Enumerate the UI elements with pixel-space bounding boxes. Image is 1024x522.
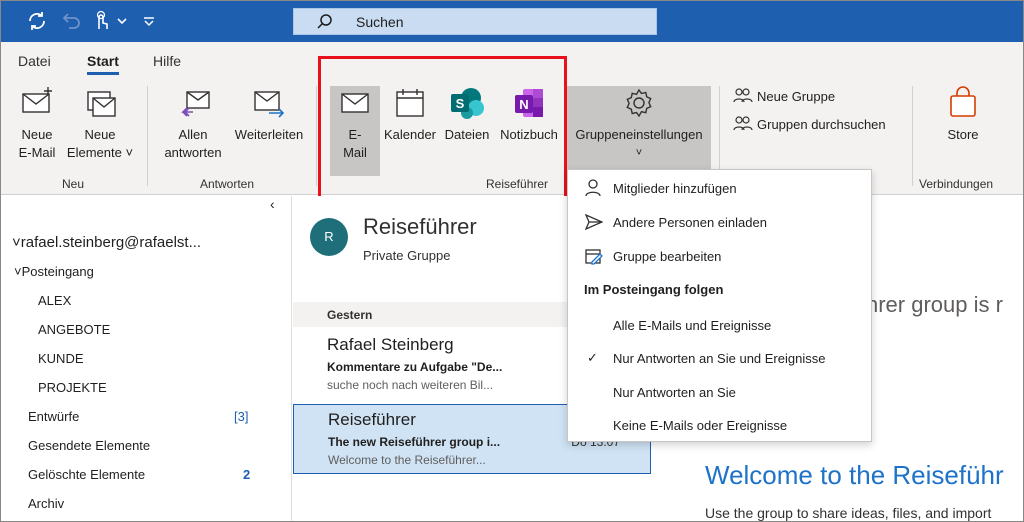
mail-sender: Rafael Steinberg xyxy=(327,335,454,354)
welcome-heading: Welcome to the Reiseführ xyxy=(705,460,1004,490)
ribbon-separator xyxy=(147,86,148,186)
new-items-label-2: Elemente xyxy=(66,145,122,160)
menu-follow-replies[interactable]: Nur Antworten an Sie xyxy=(568,377,871,407)
menu-follow-none-label: Keine E-Mails oder Ereignisse xyxy=(613,418,788,433)
new-email-label-1: Neue xyxy=(21,127,53,142)
gear-icon xyxy=(626,88,652,118)
menu-follow-replies-events-label: Nur Antworten an Sie und Ereignisse xyxy=(613,351,826,366)
send-icon xyxy=(584,213,604,234)
chevron-down-icon: ˅ xyxy=(121,145,134,160)
person-icon xyxy=(585,179,601,200)
new-items-button[interactable]: Neue Elemente ˅ xyxy=(63,86,137,162)
reply-all-label-2: antworten xyxy=(164,145,222,160)
reply-all-label-1: Allen xyxy=(178,127,208,142)
group-label-connections: Verbindungen xyxy=(919,177,994,191)
menu-follow-all-label: Alle E-Mails und Ereignisse xyxy=(613,318,772,333)
account-folder[interactable]: ˅rafael.steinberg@rafaelst... xyxy=(12,234,201,251)
edit-group-icon xyxy=(585,247,603,268)
forward-label: Weiterleiten xyxy=(234,127,304,142)
reply-all-button[interactable]: Allen antworten xyxy=(158,86,228,162)
folder-drafts[interactable]: Entwürfe xyxy=(28,409,79,424)
folder-alex[interactable]: ALEX xyxy=(38,293,71,308)
folder-sent[interactable]: Gesendete Elemente xyxy=(28,438,150,453)
forward-button[interactable]: Weiterleiten xyxy=(230,86,308,144)
menu-edit-group[interactable]: Gruppe bearbeiten xyxy=(568,241,871,271)
touch-mode-icon[interactable] xyxy=(90,10,112,32)
reading-title-partial: hrer group is r xyxy=(866,292,1003,317)
date-group-label: Gestern xyxy=(327,308,373,322)
tab-datei[interactable]: Datei xyxy=(18,53,51,69)
menu-follow-replies-label: Nur Antworten an Sie xyxy=(613,385,736,400)
follow-section-header: Im Posteingang folgen xyxy=(584,282,724,297)
new-group-button[interactable]: Neue Gruppe xyxy=(733,87,835,105)
search-input[interactable]: Suchen xyxy=(293,8,657,35)
account-name: rafael.steinberg@rafaelst... xyxy=(20,234,202,251)
mail-subject: Kommentare zu Aufgabe "De... xyxy=(327,360,503,374)
folder-kunde[interactable]: KUNDE xyxy=(38,351,84,366)
group-title: Reiseführer xyxy=(363,214,477,239)
collapse-chevron-icon[interactable]: ‹ xyxy=(270,196,275,212)
welcome-body: Use the group to share ideas, files, and… xyxy=(705,505,992,521)
chevron-down-icon[interactable] xyxy=(116,10,138,32)
highlight-box xyxy=(318,56,567,201)
new-group-label: Neue Gruppe xyxy=(757,88,836,104)
mail-subject: The new Reiseführer group i... xyxy=(328,435,501,449)
group-settings-menu: Mitglieder hinzufügen Andere Personen ei… xyxy=(567,169,872,442)
title-bar: Suchen xyxy=(0,0,1024,42)
folder-projekte[interactable]: PROJEKTE xyxy=(38,380,107,395)
menu-edit-group-label: Gruppe bearbeiten xyxy=(613,249,722,264)
mail-preview: Welcome to the Reiseführer... xyxy=(328,453,486,467)
tab-hilfe[interactable]: Hilfe xyxy=(153,53,181,69)
group-label-new: Neu xyxy=(62,177,85,191)
folder-archive[interactable]: Archiv xyxy=(28,496,64,511)
new-email-icon xyxy=(22,87,52,113)
store-button[interactable]: Store xyxy=(928,86,998,144)
sync-icon[interactable] xyxy=(26,10,48,32)
mail-sender: Reiseführer xyxy=(328,410,416,429)
menu-invite-others-label: Andere Personen einladen xyxy=(613,215,767,230)
new-email-label-2: E-Mail xyxy=(18,145,56,160)
group-subtitle: Private Gruppe xyxy=(363,248,451,263)
menu-follow-none[interactable]: Keine E-Mails oder Ereignisse xyxy=(568,410,871,440)
mail-preview: suche noch nach weiteren Bil... xyxy=(327,378,494,392)
group-label-respond: Antworten xyxy=(200,177,255,191)
menu-add-members[interactable]: Mitglieder hinzufügen xyxy=(568,173,871,203)
folder-inbox[interactable]: ˅Posteingang xyxy=(14,264,94,279)
search-icon xyxy=(316,13,334,34)
group-settings-label: Gruppeneinstellungen xyxy=(575,127,703,142)
folder-pane: ‹ ˅rafael.steinberg@rafaelst... ˅Postein… xyxy=(0,196,292,522)
folder-inbox-label: Posteingang xyxy=(21,264,94,279)
menu-follow-replies-events[interactable]: ✓ Nur Antworten an Sie und Ereignisse xyxy=(568,343,871,373)
people-add-icon xyxy=(733,88,753,103)
new-items-icon xyxy=(87,91,116,117)
menu-invite-others[interactable]: Andere Personen einladen xyxy=(568,207,871,237)
store-bag-icon xyxy=(950,86,976,117)
checkmark-icon: ✓ xyxy=(587,350,598,365)
new-email-button[interactable]: Neue E-Mail xyxy=(14,86,60,162)
drafts-count: [3] xyxy=(234,409,249,424)
ribbon-separator xyxy=(912,86,913,186)
menu-add-members-label: Mitglieder hinzufügen xyxy=(613,181,737,196)
ribbon-separator xyxy=(316,86,317,186)
tab-start[interactable]: Start xyxy=(87,53,119,75)
customize-toolbar-icon[interactable] xyxy=(142,10,164,32)
store-label: Store xyxy=(947,127,979,142)
browse-groups-button[interactable]: Gruppen durchsuchen xyxy=(733,115,886,133)
deleted-count: 2 xyxy=(243,467,251,482)
folder-deleted[interactable]: Gelöschte Elemente xyxy=(28,467,145,482)
group-avatar: R xyxy=(310,218,348,256)
undo-icon[interactable] xyxy=(60,10,82,32)
menu-follow-all[interactable]: Alle E-Mails und Ereignisse xyxy=(568,310,871,340)
search-placeholder: Suchen xyxy=(356,14,404,30)
folder-angebote[interactable]: ANGEBOTE xyxy=(38,322,110,337)
group-settings-button[interactable]: Gruppeneinstellungen ˅ xyxy=(567,86,711,176)
forward-icon xyxy=(254,91,285,118)
chevron-down-icon: ˅ xyxy=(635,147,643,159)
browse-groups-label: Gruppen durchsuchen xyxy=(757,116,886,132)
new-items-label-1: Neue xyxy=(84,127,116,142)
people-search-icon xyxy=(733,116,753,131)
reply-all-icon xyxy=(181,91,210,117)
